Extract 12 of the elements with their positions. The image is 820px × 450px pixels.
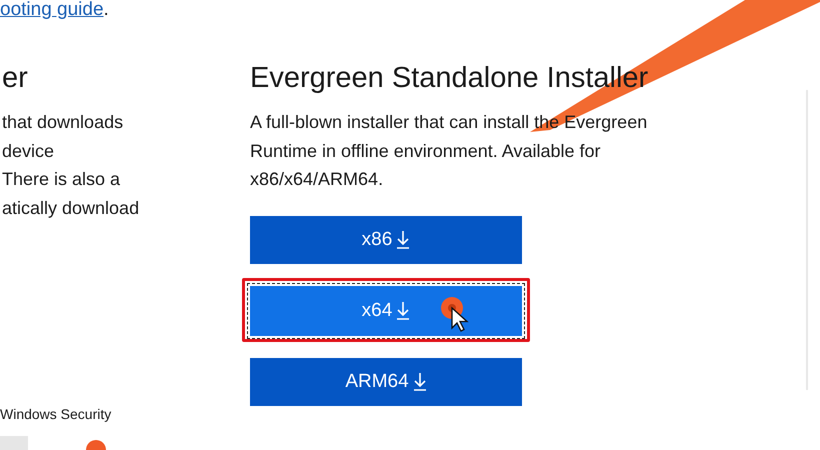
- app-tile-icon: [0, 436, 28, 450]
- download-button[interactable]: x64: [250, 286, 522, 336]
- download-icon: [396, 300, 410, 320]
- section-description: that downloads device There is also a atically download: [2, 111, 140, 220]
- download-button[interactable]: ARM64: [250, 358, 522, 406]
- download-icon: [412, 372, 427, 392]
- windows-security-label: Windows Security: [0, 406, 112, 422]
- period-text: .: [104, 0, 109, 20]
- section-title: er: [2, 61, 29, 96]
- download-button[interactable]: x86: [250, 216, 522, 264]
- download-icon: [396, 230, 410, 250]
- troubleshooting-link[interactable]: ooting guide: [0, 0, 104, 20]
